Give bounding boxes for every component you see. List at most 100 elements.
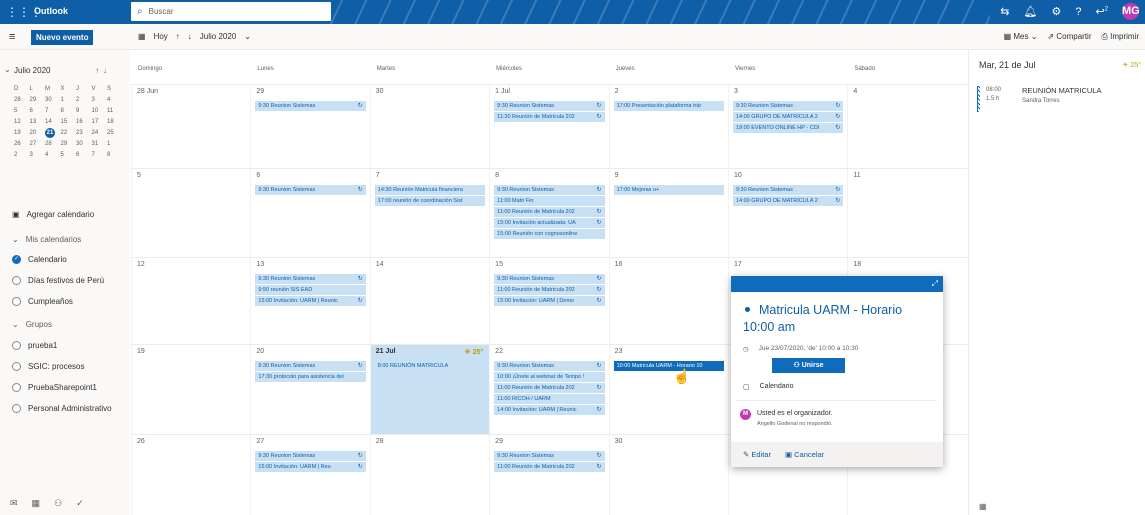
calendar-icon[interactable]: ▦ — [32, 498, 41, 509]
people-icon[interactable]: ⚇ — [54, 498, 62, 509]
calendar-item[interactable]: Cumpleaños — [12, 297, 73, 306]
calendar-event[interactable]: 9:30 Reunion Sistemas ↻ — [255, 185, 366, 195]
month-selector[interactable]: Julio 2020 — [200, 32, 236, 41]
new-event-button[interactable]: Nuevo evento — [31, 30, 94, 45]
mini-day-today[interactable]: 21 — [45, 127, 55, 138]
checkbox-checked-icon[interactable]: ✓ — [12, 255, 21, 264]
mini-day[interactable]: 1 — [107, 141, 123, 147]
bell-icon[interactable]: 🔔︎ — [1023, 5, 1037, 18]
calendar-event[interactable]: 9:30 Reunion Sistemas ↻ — [255, 274, 366, 284]
edit-button[interactable]: ✎ Editar — [743, 450, 771, 467]
calendar-event[interactable]: 9:30 Reunion Sistemas ↻ — [255, 101, 366, 111]
day-cell[interactable]: 30 — [608, 435, 728, 515]
mini-day[interactable]: 23 — [76, 130, 92, 136]
calendar-event[interactable]: 11:00 Reunión de Matricula 202 ↻ — [494, 285, 605, 295]
checkbox-icon[interactable] — [12, 341, 21, 350]
mini-day[interactable]: 30 — [45, 97, 61, 103]
day-cell[interactable]: 27 9:30 Reunion Sistemas ↻ 15:00 Invitación… — [250, 435, 369, 515]
day-cell[interactable]: 3 9:30 Reunion Sistemas ↻ 14:00 GRUPO DE MA… — [727, 85, 847, 168]
mini-day[interactable]: 5 — [61, 152, 77, 158]
mini-day[interactable]: 29 — [30, 97, 46, 103]
expand-icon[interactable]: ⤢ — [932, 279, 938, 289]
day-cell[interactable]: 4 — [847, 85, 966, 168]
avatar[interactable]: MG — [1122, 3, 1140, 20]
calendar-event[interactable]: 15:00 Invitación actualizada: UA ↻ — [494, 218, 605, 228]
day-cell[interactable]: 20 9:30 Reunion Sistemas ↻ 17:30 protocolo … — [250, 345, 369, 434]
mini-day[interactable]: 14 — [45, 119, 61, 125]
mini-day[interactable]: 29 — [61, 141, 77, 147]
mini-day[interactable]: 5 — [14, 108, 30, 114]
chevron-down-icon[interactable]: ⌄ — [244, 32, 251, 41]
checkbox-icon[interactable] — [12, 383, 21, 392]
checkbox-icon[interactable] — [12, 276, 21, 285]
mini-day[interactable]: 28 — [14, 97, 30, 103]
mini-day[interactable]: 20 — [30, 130, 46, 136]
day-cell[interactable]: 5 — [131, 169, 250, 257]
cancel-button[interactable]: ▣ Cancelar — [785, 450, 824, 467]
group-item[interactable]: PruebaSharepoint1 — [12, 383, 97, 392]
day-cell[interactable]: 9 17:00 Mejoras u+ — [608, 169, 728, 257]
mail-icon[interactable]: ✉ — [10, 498, 18, 509]
calendar-event[interactable]: 17:00 Presentación plataforma trár — [613, 101, 724, 111]
day-cell[interactable]: 1 Jul 9:30 Reunion Sistemas ↻ 11:30 Reunión… — [489, 85, 608, 168]
calendar-event[interactable]: 15:00 Invitación: UARM | Reu ↻ — [255, 462, 366, 472]
search-box[interactable]: ⌕ Buscar — [131, 2, 331, 21]
agenda-event[interactable]: 08:00 1.5 h REUNIÓN MATRICULA Sandra Tor… — [977, 86, 1137, 112]
mini-day[interactable]: 19 — [14, 130, 30, 136]
mini-day[interactable]: 18 — [107, 119, 123, 125]
add-calendar-button[interactable]: ▣ Agregar calendario — [12, 210, 94, 219]
mini-day[interactable]: 12 — [14, 119, 30, 125]
arrow-up-icon[interactable]: ↑ — [176, 32, 180, 41]
calendar-item[interactable]: Días festivos de Perú — [12, 276, 104, 285]
calendar-event[interactable]: 9:30 Reunion Sistemas ↻ — [255, 451, 366, 461]
calendar-event[interactable]: 8:00 REUNIÓN MATRICULA — [374, 361, 486, 371]
day-cell[interactable]: 16 — [608, 258, 728, 344]
mini-day[interactable]: 2 — [76, 97, 92, 103]
mini-day[interactable]: 28 — [45, 141, 61, 147]
arrow-down-icon[interactable]: ↓ — [188, 32, 192, 41]
mini-day[interactable]: 3 — [30, 152, 46, 158]
mini-calendar-arrows[interactable]: ↑↓ — [95, 66, 111, 75]
day-cell[interactable]: 23 10:00 Matricula UARM - Horario 10 — [608, 345, 728, 434]
calendar-event[interactable]: 9:30 Reunion Sistemas ↻ — [494, 101, 605, 111]
day-cell[interactable]: 12 — [131, 258, 250, 344]
mini-day[interactable]: 7 — [45, 108, 61, 114]
calendar-event[interactable]: 17:00 Mejoras u+ — [613, 185, 724, 195]
help-icon[interactable]: ? — [1075, 6, 1081, 18]
feedback-icon[interactable]: ↩2 — [1095, 5, 1108, 18]
calendar-event[interactable]: 9:30 Reunion Sistemas ↻ — [494, 451, 605, 461]
app-title[interactable]: Outlook — [34, 6, 68, 16]
day-cell[interactable]: 28 — [369, 435, 489, 515]
mini-day[interactable]: 4 — [45, 152, 61, 158]
calendar-event[interactable]: 9:30 Reunion Sistemas ↻ — [255, 361, 366, 371]
day-cell[interactable]: 2 17:00 Presentación plataforma trár — [608, 85, 728, 168]
mini-day[interactable]: 1 — [61, 97, 77, 103]
mini-day[interactable]: 26 — [14, 141, 30, 147]
calendar-event[interactable]: 9:30 Reunion Sistemas ↻ — [732, 101, 844, 111]
mini-day[interactable]: 4 — [107, 97, 123, 103]
mini-day[interactable]: 31 — [92, 141, 108, 147]
calendar-event[interactable]: 11:00 RICOH / UARM — [494, 394, 605, 404]
groups-header[interactable]: ⌄ Grupos — [12, 320, 52, 329]
day-cell[interactable]: 22 9:30 Reunion Sistemas ↻ 10:00 ¡Únete al … — [489, 345, 608, 434]
calendar-event[interactable]: 11:00 Reunión de Matricula 202 ↻ — [494, 462, 605, 472]
day-cell[interactable]: 13 9:30 Reunion Sistemas ↻ 9:50 reunión SIS… — [250, 258, 369, 344]
print-button[interactable]: ⎙ Imprimir — [1101, 32, 1139, 42]
waffle-icon[interactable]: ⋮⋮⋮ — [6, 4, 42, 20]
calendar-event[interactable]: 11:30 Reunión de Matricula 202 ↻ — [494, 112, 605, 122]
mini-day[interactable]: 16 — [76, 119, 92, 125]
calendar-event[interactable]: 14:00 GRUPO DE MATRÍCULA 2 ↻ — [732, 196, 844, 206]
view-selector[interactable]: ▦ Mes ⌄ — [1004, 32, 1038, 42]
day-cell[interactable]: 15 9:30 Reunion Sistemas ↻ 11:00 Reunión de… — [489, 258, 608, 344]
day-cell[interactable]: 6 9:30 Reunion Sistemas ↻ — [250, 169, 369, 257]
day-cell-today[interactable]: 21 Jul ☀ 25° 8:00 REUNIÓN MATRICULA — [369, 345, 490, 434]
checkbox-icon[interactable] — [12, 362, 21, 371]
calendar-event[interactable]: 9:30 Reunion Sistemas ↻ — [494, 185, 605, 195]
calendar-event[interactable]: 9:30 Reunion Sistemas ↻ — [494, 274, 605, 284]
calendar-event[interactable]: 14:00 Invitación: UARM | Reunic ↻ — [494, 405, 605, 415]
settings-icon[interactable]: ⚙ — [1051, 5, 1061, 18]
day-cell[interactable]: 29 9:30 Reunion Sistemas ↻ 11:00 Reunión de… — [489, 435, 608, 515]
calendar-event[interactable]: 17:30 protocolo para asistencia del — [255, 372, 366, 382]
mini-day[interactable]: 11 — [107, 108, 123, 114]
day-cell[interactable]: 11 — [847, 169, 966, 257]
